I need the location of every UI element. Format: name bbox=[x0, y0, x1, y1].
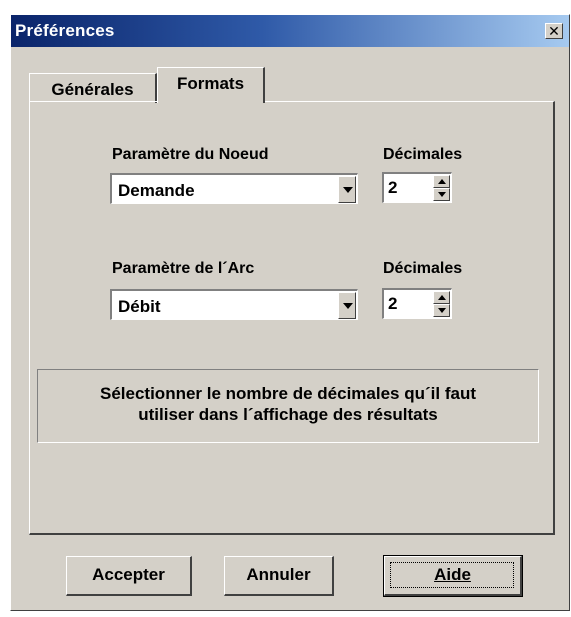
node-dropdown-button[interactable] bbox=[338, 176, 356, 203]
node-decimals-value: 2 bbox=[388, 178, 398, 197]
chevron-down-icon bbox=[343, 303, 353, 309]
close-icon: ✕ bbox=[548, 23, 560, 39]
node-decimals-up-button[interactable] bbox=[433, 175, 450, 188]
window-title: Préférences bbox=[15, 21, 115, 40]
node-decimals-label: Décimales bbox=[383, 146, 463, 163]
accept-button[interactable]: Accepter bbox=[66, 556, 192, 596]
title-bar: Préférences ✕ bbox=[11, 15, 569, 47]
help-button[interactable]: Aide bbox=[383, 555, 523, 597]
info-line-1: Sélectionner le nombre de décimales qu´i… bbox=[100, 384, 476, 403]
link-spin-buttons bbox=[433, 291, 450, 318]
link-decimals-up-button[interactable] bbox=[433, 291, 450, 304]
info-panel: Sélectionner le nombre de décimales qu´i… bbox=[37, 369, 539, 443]
link-parameter-select[interactable]: Débit bbox=[110, 289, 358, 320]
link-decimals-stepper[interactable]: 2 bbox=[382, 288, 452, 319]
tab-generales-label: Générales bbox=[51, 80, 134, 99]
tab-formats[interactable]: Formats bbox=[157, 67, 265, 103]
preferences-dialog: Préférences ✕ Générales Formats Paramètr… bbox=[10, 14, 570, 611]
info-line-2: utiliser dans l´affichage des résultats bbox=[138, 405, 438, 424]
accept-button-label: Accepter bbox=[92, 565, 165, 584]
cancel-button-label: Annuler bbox=[246, 565, 311, 584]
cancel-button[interactable]: Annuler bbox=[224, 556, 334, 596]
node-decimals-down-button[interactable] bbox=[433, 188, 450, 201]
tab-formats-label: Formats bbox=[176, 74, 245, 93]
node-parameter-label: Paramètre du Noeud bbox=[112, 146, 269, 163]
chevron-down-icon bbox=[343, 187, 353, 193]
arrow-up-icon bbox=[438, 295, 446, 300]
link-decimals-value: 2 bbox=[388, 294, 398, 313]
close-button[interactable]: ✕ bbox=[545, 23, 563, 39]
link-parameter-label: Paramètre de l´Arc bbox=[112, 260, 255, 277]
link-decimals-label: Décimales bbox=[383, 260, 463, 277]
node-parameter-value: Demande bbox=[118, 181, 195, 200]
node-spin-buttons bbox=[433, 175, 450, 202]
link-dropdown-button[interactable] bbox=[338, 292, 356, 319]
arrow-down-icon bbox=[438, 308, 446, 313]
node-decimals-stepper[interactable]: 2 bbox=[382, 172, 452, 203]
node-parameter-select[interactable]: Demande bbox=[110, 173, 358, 204]
link-parameter-value: Débit bbox=[118, 297, 161, 316]
tab-generales[interactable]: Générales bbox=[29, 73, 157, 103]
link-decimals-down-button[interactable] bbox=[433, 304, 450, 317]
help-button-label: Aide bbox=[434, 565, 471, 584]
arrow-down-icon bbox=[438, 192, 446, 197]
arrow-up-icon bbox=[438, 179, 446, 184]
